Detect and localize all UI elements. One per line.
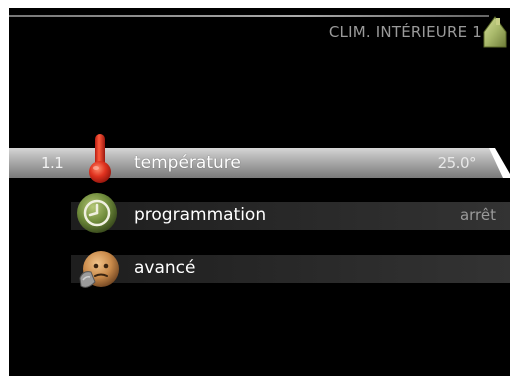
menu-item-label: programmation [134, 205, 267, 225]
menu-item-value: arrêt [459, 206, 496, 224]
clock-icon [77, 193, 117, 233]
header-divider [9, 15, 489, 17]
menu-item-label: avancé [134, 258, 196, 278]
thermometer-icon [89, 134, 111, 183]
menu-item-label: température [134, 153, 241, 173]
page-title: CLIM. INTÉRIEURE 1 [328, 23, 482, 41]
menu-item-value: 25.0° [437, 154, 477, 172]
house-icon [483, 16, 507, 48]
advanced-settings-icon [79, 251, 119, 288]
display-screen: CLIM. INTÉRIEURE 1 1.1 température 25.0°… [9, 8, 510, 376]
menu-item-number: 1.1 [41, 154, 64, 172]
